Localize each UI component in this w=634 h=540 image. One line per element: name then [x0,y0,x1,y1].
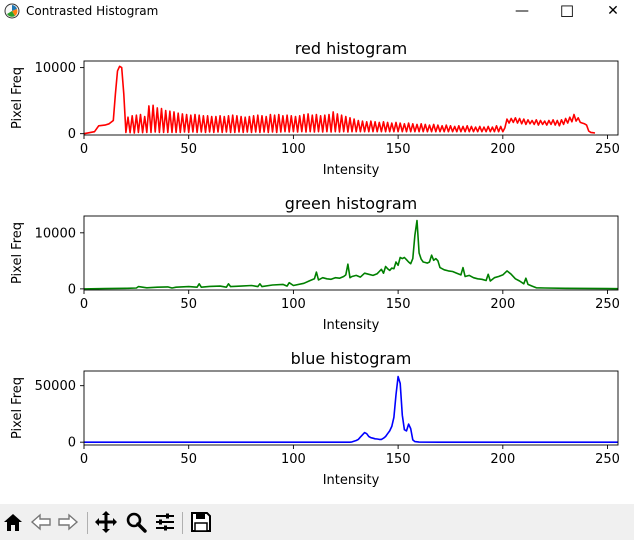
x-tick-label: 50 [180,297,197,312]
y-axis-label: Pixel Freq [10,67,25,129]
home-icon [4,514,22,531]
x-axis-label: Intensity [323,163,380,178]
y-tick-label: 0 [68,282,76,297]
y-axis-label: Pixel Freq [10,377,25,439]
figure-canvas[interactable]: red histogram 0 50 100 150 200 250 0 10000 Intens… [0,22,634,504]
x-tick-label: 50 [180,142,197,157]
x-tick-label: 200 [490,297,515,312]
x-tick-label: 0 [80,452,88,467]
x-tick-label: 100 [281,452,306,467]
window-title: Contrasted Histogram [26,4,159,18]
x-tick-label: 200 [490,452,515,467]
maximize-button[interactable]: ☐ [544,0,590,22]
x-axis-label: Intensity [323,473,380,488]
series-line [84,375,618,443]
save-button[interactable] [188,509,214,535]
close-icon: ✕ [607,3,619,19]
home-button[interactable] [0,509,26,535]
minimize-icon: — [515,3,529,19]
forward-arrow-icon [58,513,79,531]
x-tick-label: 0 [80,142,88,157]
navigation-toolbar [0,504,634,540]
y-tick-label: 0 [68,127,76,142]
x-tick-label: 250 [595,297,620,312]
x-tick-label: 150 [386,452,411,467]
x-tick-label: 100 [281,142,306,157]
maximize-icon: ☐ [559,1,575,21]
configure-subplots-icon [156,513,174,531]
x-tick-label: 200 [490,142,515,157]
configure-subplots-button[interactable] [152,509,178,535]
x-tick-label: 150 [386,297,411,312]
axes-frame [83,370,619,446]
zoom-icon [126,512,147,533]
y-tick-label: 10000 [35,226,76,241]
chart-title: green histogram [285,194,417,213]
toolbar-separator [182,512,183,534]
x-tick-label: 250 [595,452,620,467]
x-tick-label: 150 [386,142,411,157]
y-tick-label: 50000 [35,379,76,394]
figure-svg: red histogram0 50 100 150 200 250010000Intens… [10,39,620,488]
forward-button[interactable] [55,509,81,535]
subplot-1: red histogram 0 50 100 150 200 250 0 10000 Intens… [10,39,620,178]
y-axis-label: Pixel Freq [10,222,25,284]
close-button[interactable]: ✕ [590,0,634,22]
x-tick-label: 250 [595,142,620,157]
series-line [83,219,619,290]
window-titlebar: Contrasted Histogram — ☐ ✕ [0,0,634,22]
subplot-3: blue histogram 0 50 100 150 200 250 0 50000 Inten… [10,349,620,488]
x-tick-label: 50 [180,452,197,467]
series-line [83,65,596,135]
minimize-button[interactable]: — [499,0,545,22]
back-button[interactable] [28,509,54,535]
pan-button[interactable] [93,509,119,535]
x-tick-label: 0 [80,297,88,312]
x-axis-label: Intensity [323,318,380,333]
x-tick-label: 100 [281,297,306,312]
pan-icon [95,511,117,533]
chart-title: red histogram [295,39,407,58]
save-icon [191,512,211,532]
back-arrow-icon [30,513,51,531]
matplotlib-app-icon [4,3,20,19]
toolbar-separator [87,512,88,534]
axes-frame [83,215,619,291]
y-tick-label: 0 [68,436,76,451]
subplot-2: green histogram 0 50 100 150 200 250 0 10000 Inte… [10,194,620,333]
y-tick-label: 10000 [35,61,76,76]
chart-title: blue histogram [291,349,412,368]
zoom-button[interactable] [123,509,149,535]
